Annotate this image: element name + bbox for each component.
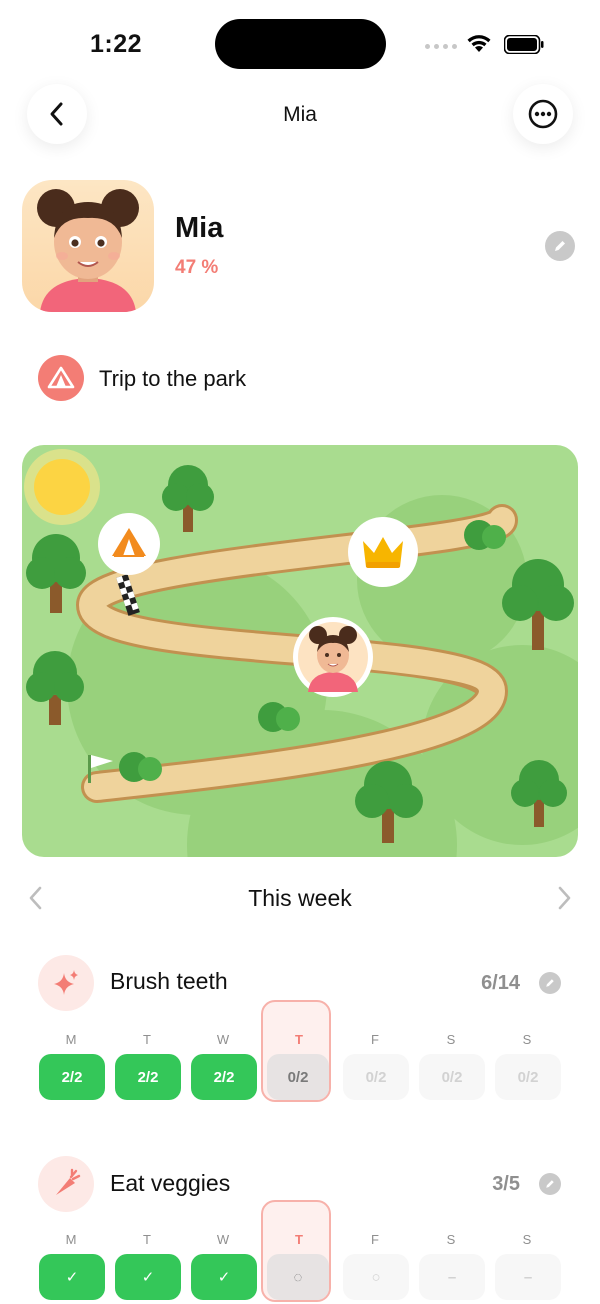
dynamic-island (215, 19, 386, 69)
day-cell[interactable]: S 0/2 (416, 1026, 486, 1116)
tent-milestone-icon (98, 513, 160, 575)
day-cell[interactable]: S 0/2 (492, 1026, 562, 1116)
signal-icon (425, 44, 457, 52)
next-week-chevron-icon[interactable] (552, 884, 576, 912)
day-progress-pill[interactable]: ✓ (39, 1254, 105, 1300)
day-letter: M (65, 1232, 77, 1247)
day-letter: T (143, 1232, 151, 1247)
pencil-icon (546, 979, 554, 987)
habit-week-row: M ✓ T ✓ W ✓ T ◌ F ○ S – S – (36, 1200, 564, 1304)
ellipsis-circle-icon (528, 99, 558, 129)
day-progress-pill[interactable]: 2/2 (115, 1054, 181, 1100)
day-progress-pill[interactable]: ○ (343, 1254, 409, 1300)
day-letter: S (522, 1032, 532, 1047)
tree-icon (162, 465, 214, 532)
crown-milestone-icon (348, 517, 418, 587)
day-letter: S (522, 1232, 532, 1247)
day-progress-pill[interactable]: 0/2 (267, 1054, 329, 1100)
day-progress-pill[interactable]: ✓ (191, 1254, 257, 1300)
day-cell[interactable]: T 0/2 (261, 1000, 334, 1116)
habit-count: 6/14 (481, 972, 520, 994)
page-title: Mia (283, 103, 317, 126)
day-cell[interactable]: T ✓ (112, 1226, 182, 1304)
habit-count: 3/5 (492, 1173, 520, 1195)
goal-tent-icon (38, 355, 84, 401)
profile-avatar (22, 180, 154, 312)
park-trail-illustration (24, 449, 578, 857)
day-progress-pill[interactable]: ✓ (115, 1254, 181, 1300)
sun-icon (34, 459, 90, 515)
day-cell[interactable]: M ✓ (36, 1226, 106, 1304)
habit-name: Brush teeth (110, 968, 228, 994)
battery-icon (504, 35, 544, 54)
habit-week-row: M 2/2 T 2/2 W 2/2 T 0/2 F 0/2 S 0/2 S 0/2 (36, 1000, 564, 1116)
sparkles-icon (54, 970, 78, 995)
day-progress-pill[interactable]: ◌ (267, 1254, 329, 1300)
edit-habit-button[interactable] (539, 1173, 561, 1195)
week-title: This week (248, 885, 352, 911)
day-progress-pill[interactable]: 0/2 (495, 1054, 561, 1100)
day-letter: F (371, 1032, 379, 1047)
day-cell[interactable]: S – (416, 1226, 486, 1304)
goal-label: Trip to the park (99, 366, 247, 391)
day-progress-pill[interactable]: 0/2 (343, 1054, 409, 1100)
day-letter: W (216, 1032, 230, 1047)
day-progress-pill[interactable]: 0/2 (419, 1054, 485, 1100)
wifi-icon (467, 35, 491, 52)
status-bar: 1:22 (0, 0, 600, 80)
day-cell[interactable]: F ○ (340, 1226, 410, 1304)
profile-name: Mia (175, 212, 224, 244)
habit-name: Eat veggies (110, 1170, 231, 1196)
day-progress-pill[interactable]: 2/2 (39, 1054, 105, 1100)
day-letter: M (65, 1032, 77, 1047)
profile-progress: 47 % (175, 257, 219, 278)
pencil-icon (555, 241, 565, 251)
progress-map (22, 445, 578, 857)
day-letter: T (295, 1232, 303, 1247)
day-letter: T (143, 1032, 151, 1047)
edit-habit-button[interactable] (539, 972, 561, 994)
carrot-icon (56, 1168, 81, 1195)
day-cell[interactable]: W 2/2 (188, 1026, 258, 1116)
day-cell[interactable]: F 0/2 (340, 1026, 410, 1116)
day-letter: S (446, 1232, 456, 1247)
avatar-girl-image (37, 189, 139, 312)
day-progress-pill[interactable]: 2/2 (191, 1054, 257, 1100)
day-progress-pill[interactable]: – (419, 1254, 485, 1300)
habit-icon-eat-veggies (38, 1156, 94, 1212)
pencil-icon (546, 1180, 554, 1188)
day-cell[interactable]: T ◌ (261, 1200, 334, 1304)
day-letter: S (446, 1032, 456, 1047)
day-cell[interactable]: M 2/2 (36, 1026, 106, 1116)
day-cell[interactable]: S – (492, 1226, 562, 1304)
day-letter: W (216, 1232, 230, 1247)
day-letter: T (295, 1032, 303, 1047)
current-position-avatar (293, 617, 373, 697)
more-button[interactable] (513, 84, 573, 144)
day-cell[interactable]: T 2/2 (112, 1026, 182, 1116)
day-letter: F (371, 1232, 379, 1247)
status-time: 1:22 (90, 30, 143, 58)
habit-icon-brush-teeth (38, 955, 94, 1011)
day-cell[interactable]: W ✓ (188, 1226, 258, 1304)
edit-profile-button[interactable] (545, 231, 575, 261)
day-progress-pill[interactable]: – (495, 1254, 561, 1300)
